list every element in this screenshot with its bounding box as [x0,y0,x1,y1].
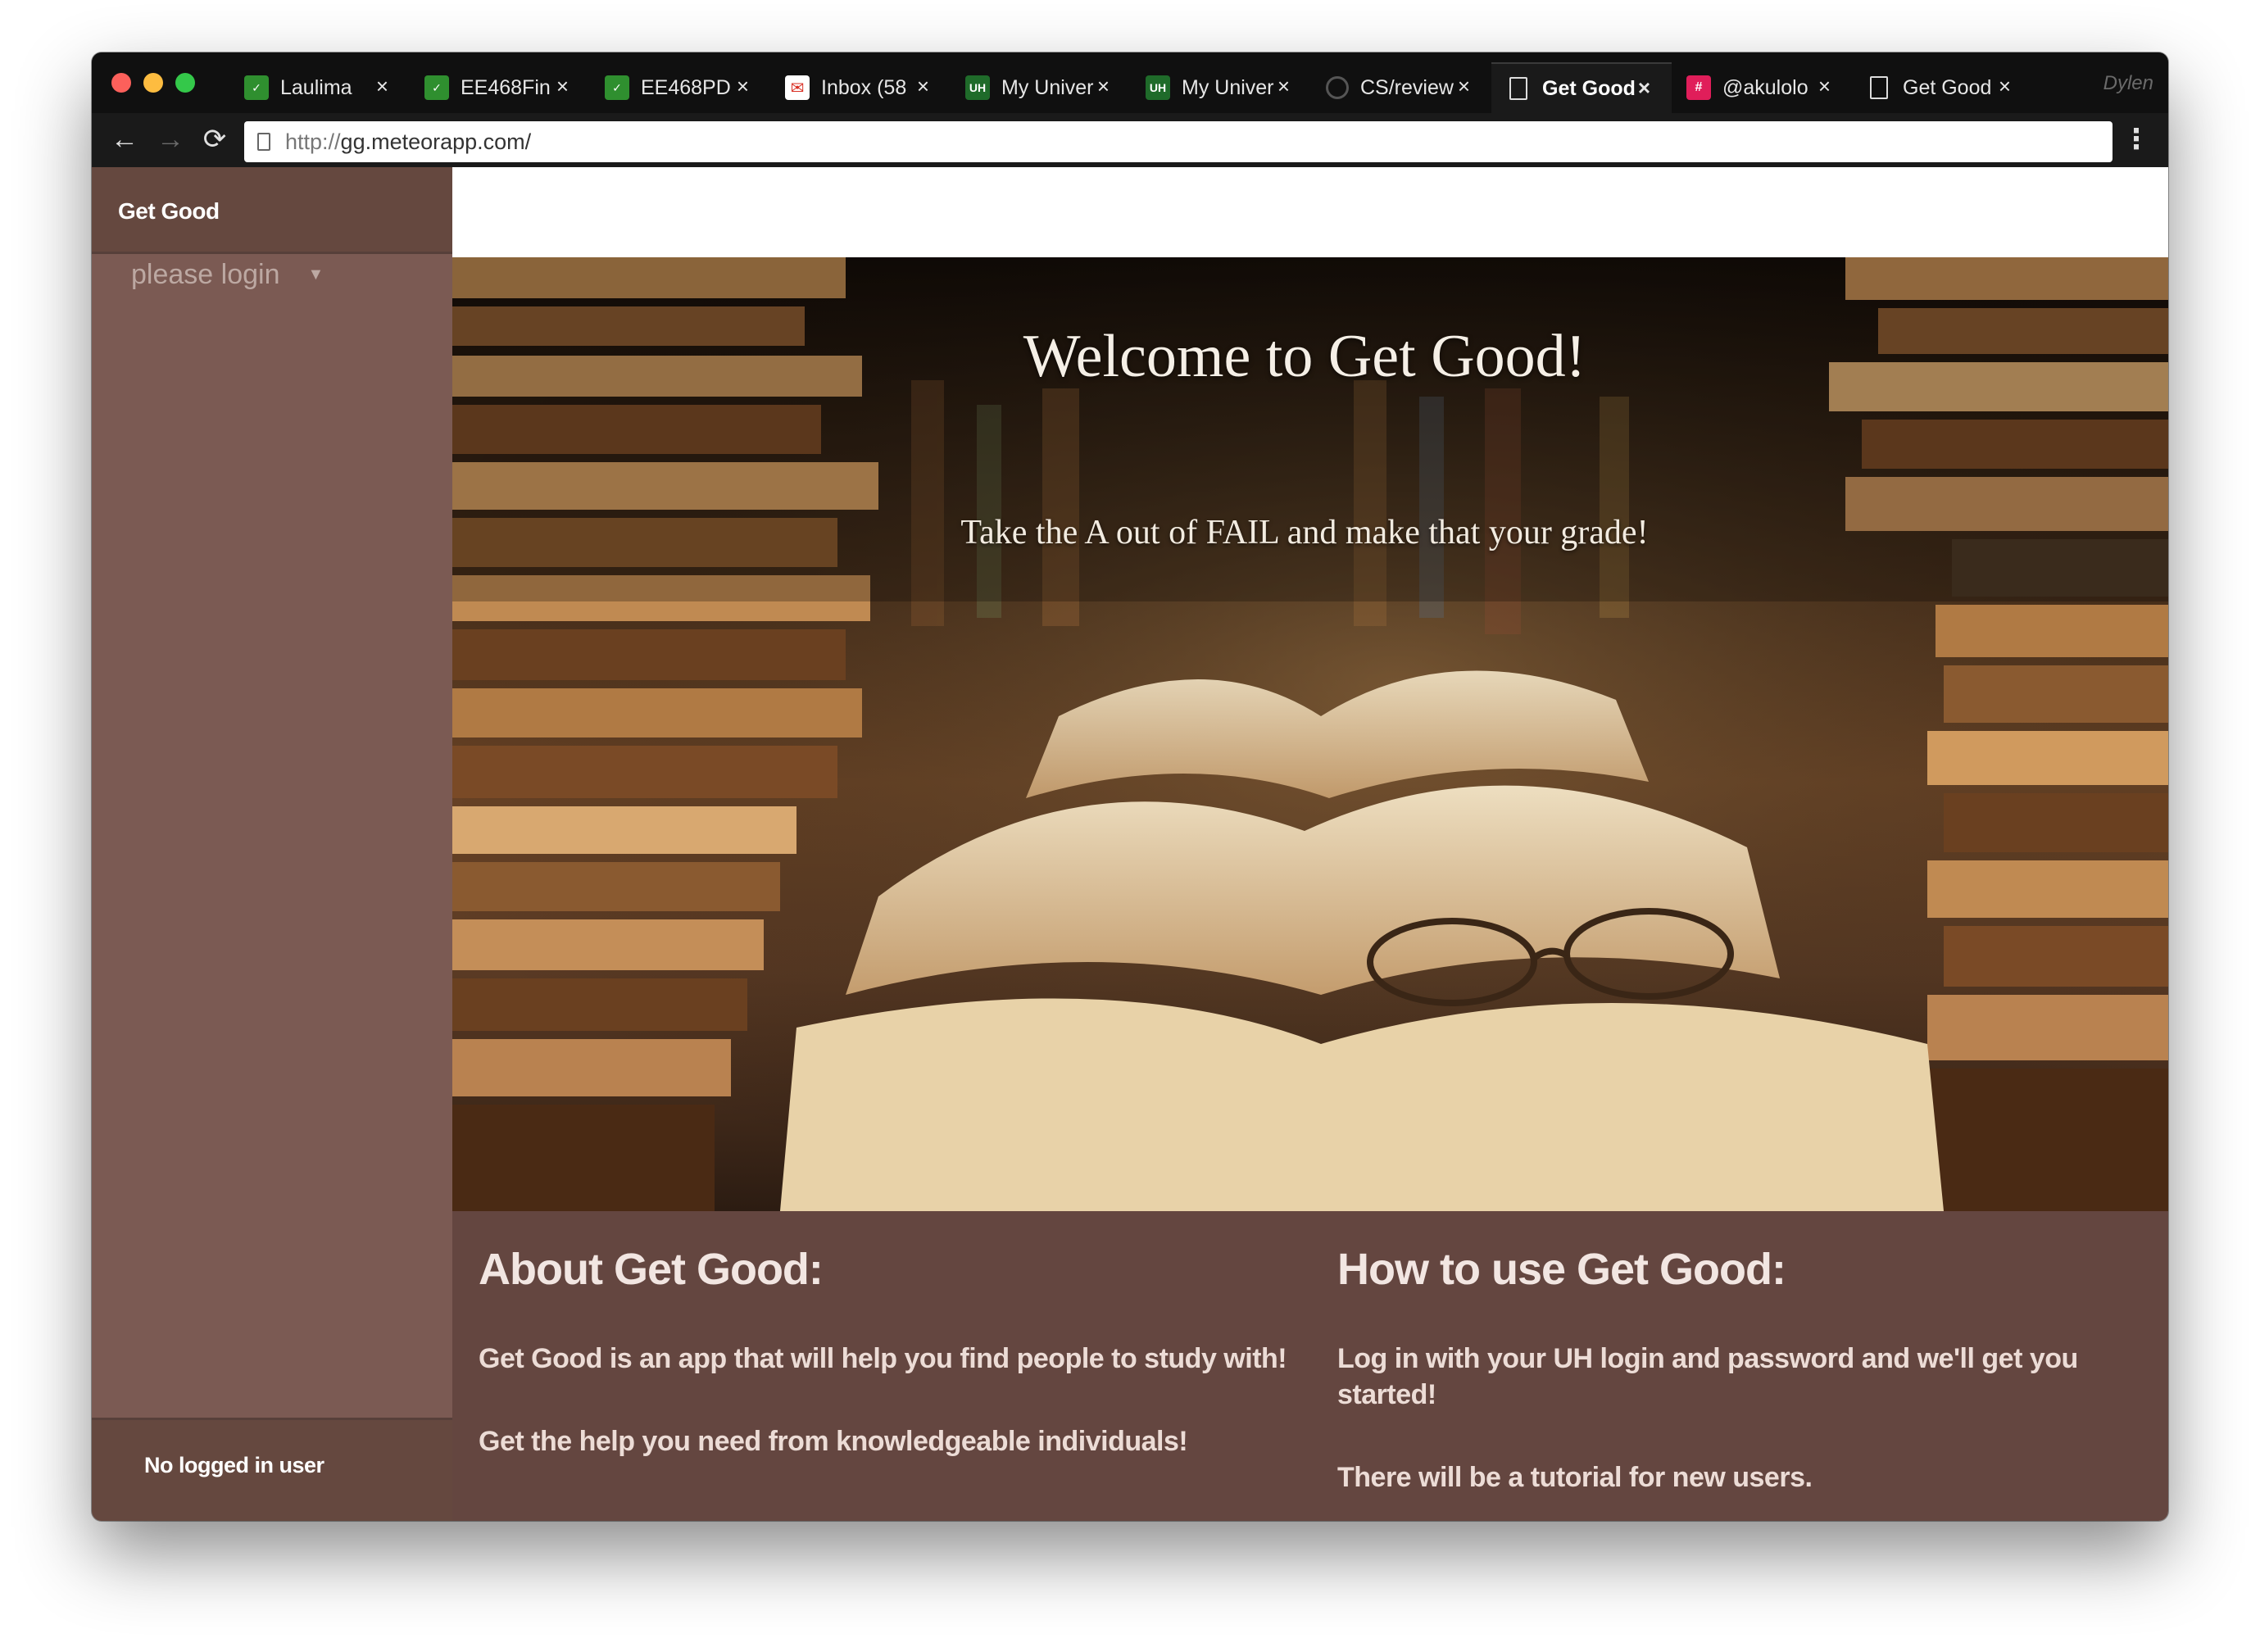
login-dropdown[interactable]: please login ▼ [131,259,324,291]
info-panel: About Get Good: Get Good is an app that … [452,1211,2168,1521]
close-icon[interactable]: × [1818,74,1831,99]
back-arrow-icon[interactable]: ← [107,121,143,157]
tab-label: Laulima [280,75,352,99]
page-icon [1870,76,1888,99]
close-icon[interactable]: × [1277,74,1290,99]
gmail-icon: ✉ [785,75,810,100]
about-line: Get Good is an app that will help you fi… [479,1343,1287,1374]
books-illustration [452,257,2168,1211]
tab-label: Inbox (58 [821,75,907,99]
address-bar[interactable]: http:// gg.meteorapp.com/ [244,121,2113,162]
uh-icon: UH [965,75,990,100]
about-heading: About Get Good: [479,1245,824,1294]
browser-tab-active[interactable]: Get Good × [1491,62,1672,113]
browser-toolbar: ← → ⟳ http:// gg.meteorapp.com/ ⋮ [92,113,2168,167]
web-page: Get Good please login ▼ No logged in use… [92,167,2168,1521]
leaf-icon: ✓ [244,75,269,100]
howto-line: Log in with your UH login and password a… [1337,1343,2078,1410]
reload-icon[interactable]: ⟳ [197,121,233,157]
tab-bar: ✓ Laulima × ✓ EE468Fin × ✓ EE468PD × ✉ I… [92,52,2168,113]
browser-window: ✓ Laulima × ✓ EE468Fin × ✓ EE468PD × ✉ I… [92,52,2168,1521]
brand-title[interactable]: Get Good [92,167,452,254]
browser-tab[interactable]: # @akulolo × [1672,62,1852,113]
howto-line: There will be a tutorial for new users. [1337,1462,1813,1493]
browser-tab[interactable]: CS/review × [1311,62,1491,113]
browser-tab[interactable]: ✉ Inbox (58 × [770,62,951,113]
browser-tab[interactable]: ✓ Laulima × [229,62,410,113]
sidebar: Get Good please login ▼ No logged in use… [92,167,452,1521]
leaf-icon: ✓ [605,75,629,100]
browser-tab[interactable]: UH My Univer × [951,62,1131,113]
tab-label: @akulolo [1722,75,1808,99]
url-scheme: http:// [285,129,341,154]
forward-arrow-icon[interactable]: → [152,121,188,157]
close-icon[interactable]: × [917,74,929,99]
hero-banner: Welcome to Get Good! Take the A out of F… [452,257,2168,1211]
user-status: No logged in user [92,1418,452,1521]
leaf-icon: ✓ [424,75,449,100]
page-icon [1509,77,1527,100]
tab-label: EE468PD [641,75,731,99]
github-icon [1326,76,1349,99]
tab-label: EE468Fin [461,75,551,99]
close-icon[interactable]: × [1458,74,1470,99]
howto-section: How to use Get Good: Log in with your UH… [1337,1244,2157,1521]
close-icon[interactable]: × [1638,75,1650,101]
uh-icon: UH [1146,75,1170,100]
about-section: About Get Good: Get Good is an app that … [479,1244,1298,1506]
slack-icon: # [1686,75,1711,100]
close-icon[interactable]: × [737,74,749,99]
tab-label: Get Good [1542,76,1636,100]
browser-tab[interactable]: ✓ EE468PD × [590,62,770,113]
url-host: gg.meteorapp.com/ [340,129,532,154]
tab-strip: ✓ Laulima × ✓ EE468Fin × ✓ EE468PD × ✉ I… [229,62,2032,113]
browser-tab[interactable]: UH My Univer × [1131,62,1311,113]
howto-heading: How to use Get Good: [1337,1245,1786,1294]
browser-tab[interactable]: ✓ EE468Fin × [410,62,590,113]
top-bar [452,167,2168,257]
browser-menu-icon[interactable]: ⋮ [2122,123,2150,156]
close-icon[interactable]: × [556,74,569,99]
hero-title: Welcome to Get Good! [1023,323,1586,390]
tab-label: My Univer [1001,75,1094,99]
tab-label: Get Good [1903,75,1992,99]
close-icon[interactable]: × [1999,74,2011,99]
close-icon[interactable]: × [376,74,388,99]
caret-down-icon: ▼ [307,266,324,284]
maximize-window-button[interactable] [175,73,195,93]
profile-name[interactable]: Dylen [2103,72,2153,95]
browser-tab[interactable]: Get Good × [1852,62,2032,113]
close-window-button[interactable] [111,73,131,93]
about-line: Get the help you need from knowledgeable… [479,1426,1188,1457]
minimize-window-button[interactable] [143,73,163,93]
page-info-icon[interactable] [257,133,270,151]
close-icon[interactable]: × [1097,74,1110,99]
tab-label: My Univer [1182,75,1274,99]
hero-subtitle: Take the A out of FAIL and make that you… [960,514,1649,551]
tab-label: CS/review [1360,75,1454,99]
login-label: please login [131,259,280,290]
